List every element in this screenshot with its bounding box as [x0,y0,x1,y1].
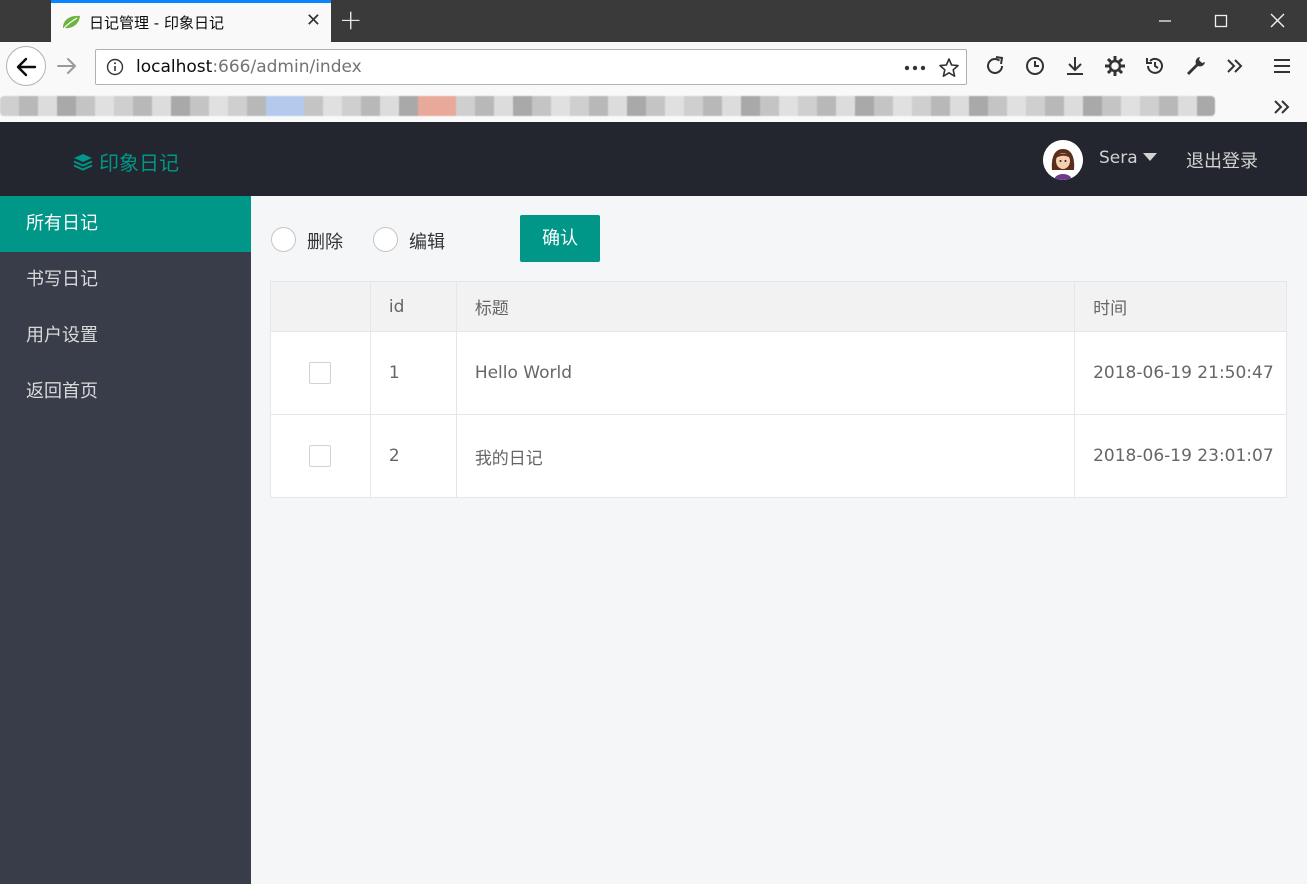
sidebar-item-write-diary[interactable]: 书写日记 [0,252,251,308]
header-title: 标题 [455,281,1076,332]
gear-icon[interactable] [1101,52,1129,80]
row-checkbox[interactable] [309,445,332,467]
table-row: 1 Hello World 2018-06-19 21:50:47 [270,331,1287,415]
url-path: :666/admin/index [212,57,362,77]
info-icon[interactable] [106,58,124,76]
layers-icon [73,153,93,171]
sidebar-item-all-diaries[interactable]: 所有日记 [0,196,251,252]
app-header: 印象日记 Sera 退出登录 [0,122,1307,196]
user-avatar-icon [1043,140,1083,180]
tab-close-icon[interactable]: ✕ [306,12,321,30]
close-window-icon[interactable] [1270,13,1285,28]
bookmark-star-icon[interactable] [938,57,960,79]
bookmarks-overflow-icon[interactable] [1271,96,1293,118]
browser-tab[interactable]: 日记管理 - 印象日记 ✕ [51,0,331,42]
header-id: id [369,281,457,332]
overflow-chevron-icon[interactable] [1221,52,1249,80]
address-bar[interactable]: localhost:666/admin/index [95,49,967,85]
row-time: 2018-06-19 21:50:47 [1074,331,1287,415]
new-tab-button[interactable]: + [339,4,362,36]
header-time: 时间 [1074,281,1287,332]
avatar[interactable] [1043,140,1083,180]
caret-down-icon[interactable] [1143,153,1157,161]
delete-radio[interactable] [271,227,296,252]
row-id: 1 [369,331,457,415]
back-button[interactable] [6,46,46,86]
download-icon[interactable] [1061,52,1089,80]
row-checkbox-cell [270,331,371,415]
sidebar: 所有日记 书写日记 用户设置 返回首页 [0,196,251,884]
sidebar-item-home[interactable]: 返回首页 [0,364,251,420]
user-name[interactable]: Sera [1099,148,1138,168]
arrow-left-icon [16,57,37,77]
wrench-icon[interactable] [1181,52,1209,80]
browser-titlebar: 日记管理 - 印象日记 ✕ + [0,0,1307,42]
delete-radio-label[interactable]: 删除 [307,228,343,254]
forward-icon[interactable] [53,52,81,80]
menu-icon[interactable] [1268,52,1296,80]
minimize-icon[interactable] [1158,14,1172,28]
row-id: 2 [369,414,457,498]
edit-radio[interactable] [373,227,398,252]
browser-navbar: localhost:666/admin/index [0,42,1307,92]
reload-icon[interactable] [981,52,1009,80]
logout-link[interactable]: 退出登录 [1186,147,1258,173]
restore-history-icon[interactable] [1141,52,1169,80]
url-text[interactable]: localhost:666/admin/index [136,57,362,77]
app-logo[interactable]: 印象日记 [73,147,179,176]
table-row: 2 我的日记 2018-06-19 23:01:07 [270,414,1287,498]
header-checkbox-col [270,281,371,332]
main-content: 删除 编辑 确认 id 标题 时间 1 Hello World 2018-06-… [251,196,1307,884]
confirm-button[interactable]: 确认 [520,215,600,262]
tab-title: 日记管理 - 印象日记 [89,14,224,32]
history-clock-icon[interactable] [1021,52,1049,80]
sidebar-item-user-settings[interactable]: 用户设置 [0,308,251,364]
row-checkbox[interactable] [309,362,332,384]
edit-radio-label[interactable]: 编辑 [409,228,445,254]
row-time: 2018-06-19 23:01:07 [1074,414,1287,498]
bookmarks-bar [0,92,1307,122]
diary-table: id 标题 时间 1 Hello World 2018-06-19 21:50:… [270,281,1287,498]
row-title: 我的日记 [455,414,1076,498]
bookmark-blur-blue [266,96,304,116]
url-host: localhost [136,57,213,77]
row-checkbox-cell [270,414,371,498]
page-actions-icon[interactable] [904,64,926,72]
bookmarks-blurred[interactable] [0,96,1215,116]
table-header-row: id 标题 时间 [270,281,1287,332]
logo-text: 印象日记 [99,151,179,175]
row-title: Hello World [455,331,1076,415]
leaf-icon [63,15,80,29]
bookmark-blur-red [418,96,456,116]
maximize-icon[interactable] [1214,14,1228,28]
